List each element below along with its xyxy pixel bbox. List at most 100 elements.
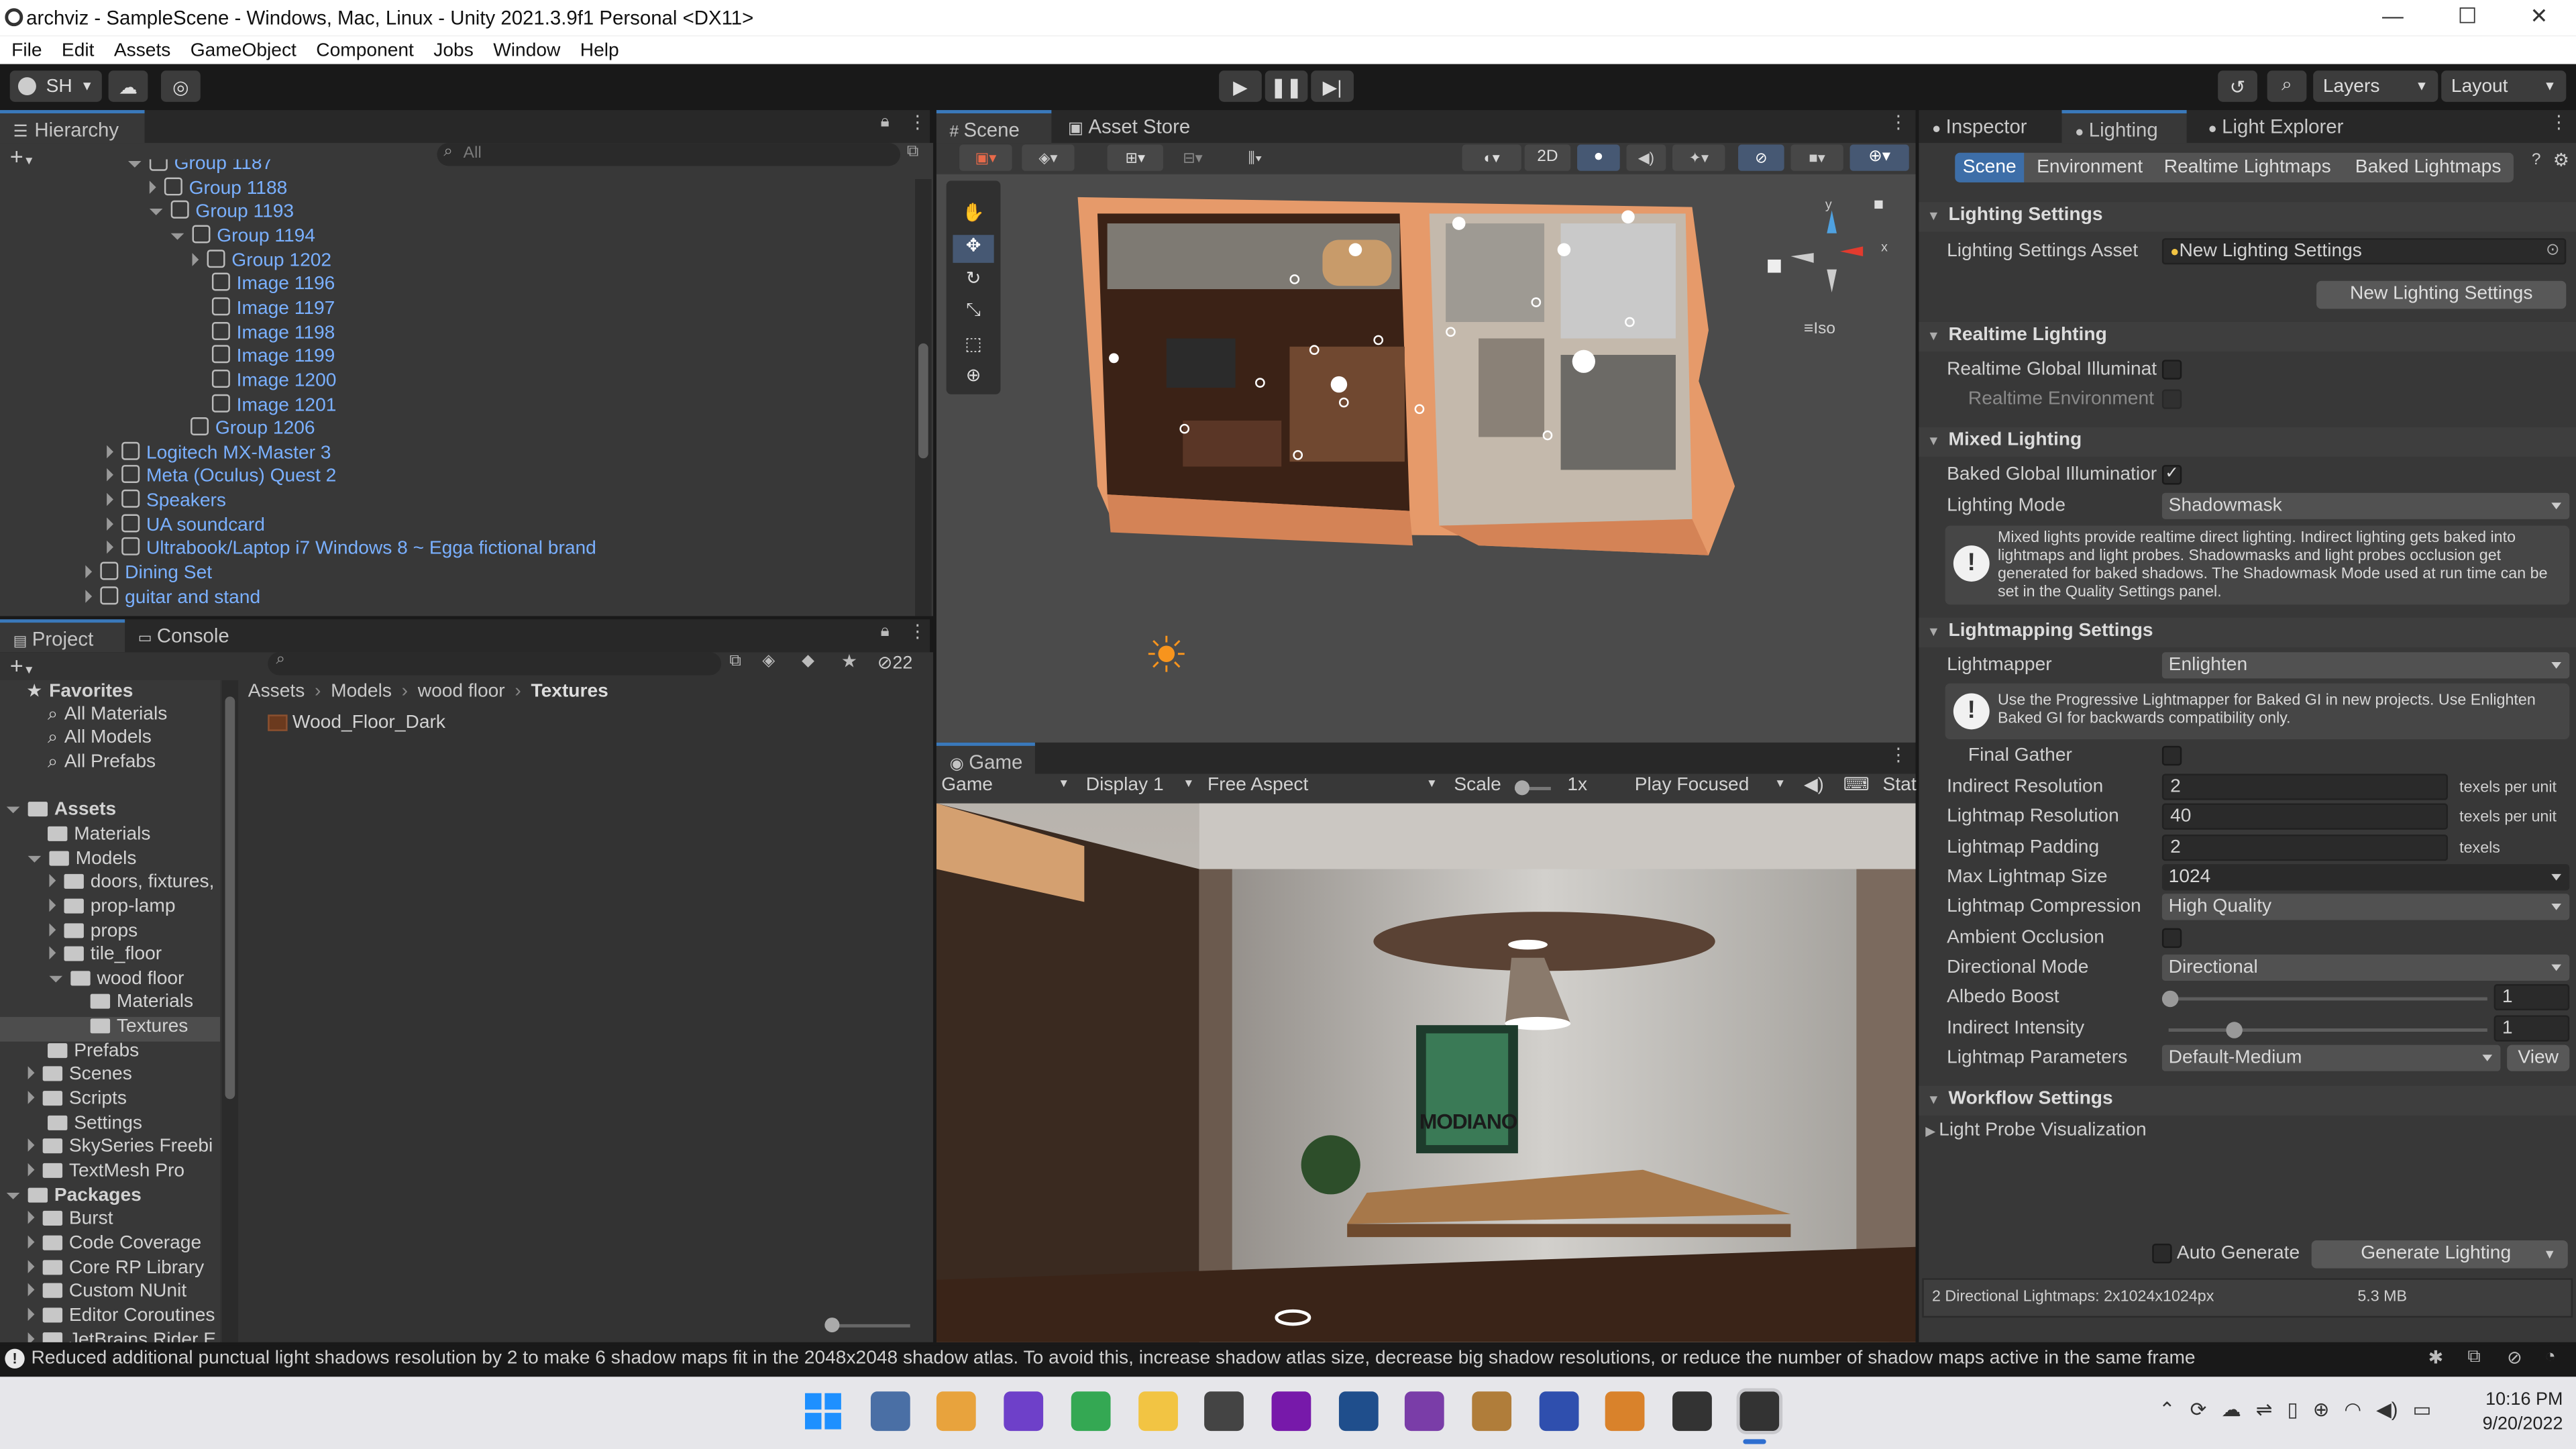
collapse-arrow-icon[interactable] bbox=[28, 1211, 35, 1225]
project-tree-item[interactable]: Scripts bbox=[0, 1089, 220, 1114]
collapse-arrow-icon[interactable] bbox=[192, 252, 199, 266]
hierarchy-item[interactable]: Image 1199 bbox=[193, 345, 335, 370]
collapse-arrow-icon[interactable] bbox=[85, 565, 93, 579]
breadcrumb-models[interactable]: Models bbox=[331, 682, 392, 701]
hidden-objects-toggle[interactable]: ⊘ bbox=[1738, 144, 1784, 171]
stats-button[interactable]: Stat bbox=[1883, 775, 1917, 795]
grid-snap-button[interactable]: ⊞▾ bbox=[1107, 144, 1163, 171]
expand-arrow-icon[interactable] bbox=[49, 975, 63, 983]
chrome-icon[interactable] bbox=[1071, 1391, 1111, 1432]
close-button[interactable]: ✕ bbox=[2530, 3, 2548, 30]
max-lightmap-size-dropdown[interactable]: 1024 bbox=[2161, 864, 2570, 891]
collapse-arrow-icon[interactable] bbox=[28, 1138, 35, 1152]
tool-transform-icon[interactable]: ⊕ bbox=[953, 365, 994, 393]
collapse-arrow-icon[interactable] bbox=[28, 1235, 35, 1249]
undo-history-button[interactable]: ↺ bbox=[2218, 70, 2257, 102]
realtime-environment-checkbox[interactable] bbox=[2161, 389, 2182, 409]
new-lighting-settings-button[interactable]: New Lighting Settings bbox=[2316, 280, 2567, 309]
expand-arrow-icon[interactable] bbox=[6, 1192, 20, 1199]
menu-assets[interactable]: Assets bbox=[114, 40, 171, 60]
play-mode-dropdown[interactable]: Play Focused ▼ bbox=[1635, 775, 1786, 795]
tool-scale-icon[interactable]: ⤡ bbox=[953, 301, 994, 329]
battery-level-icon[interactable]: ▭ bbox=[2413, 1398, 2432, 1421]
tab-lighting[interactable]: ● Lighting bbox=[2061, 110, 2187, 144]
onedrive-icon[interactable]: ☁ bbox=[2221, 1398, 2241, 1421]
collapse-arrow-icon[interactable] bbox=[28, 1332, 35, 1342]
tool-rotate-icon[interactable]: ↻ bbox=[953, 268, 994, 296]
settings-gear-icon[interactable]: ⚙ bbox=[2553, 150, 2569, 170]
auto-generate-checkbox[interactable] bbox=[2152, 1243, 2172, 1264]
hierarchy-item[interactable]: Image 1197 bbox=[193, 297, 335, 321]
hidden-packages-toggle[interactable]: ⊘22 bbox=[877, 652, 913, 674]
more-options-icon[interactable]: ⋮ bbox=[908, 621, 926, 642]
keyboard-icon[interactable]: ⌨ bbox=[1843, 773, 1870, 795]
hierarchy-item[interactable]: guitar and stand bbox=[85, 586, 260, 610]
minimize-button[interactable]: — bbox=[2382, 3, 2404, 28]
collapse-arrow-icon[interactable] bbox=[107, 492, 113, 506]
hierarchy-item[interactable]: Group 1202 bbox=[192, 249, 331, 273]
menu-edit[interactable]: Edit bbox=[62, 40, 95, 60]
indirect-intensity-field[interactable]: 1 bbox=[2493, 1015, 2570, 1042]
substance-icon[interactable] bbox=[1338, 1391, 1378, 1432]
help-icon[interactable]: ? bbox=[2532, 151, 2541, 169]
baked-gi-checkbox[interactable]: ✓ bbox=[2161, 465, 2182, 485]
tab-game[interactable]: ◉ Game bbox=[936, 742, 1035, 775]
slider-handle[interactable] bbox=[2161, 990, 2179, 1008]
hierarchy-item[interactable]: Image 1200 bbox=[193, 369, 336, 394]
search-by-type-icon[interactable]: ⧉ bbox=[729, 652, 741, 670]
hierarchy-item[interactable]: Image 1198 bbox=[193, 321, 335, 345]
lightmapper-dropdown[interactable]: Enlighten bbox=[2161, 652, 2570, 679]
collapse-arrow-icon[interactable] bbox=[85, 589, 93, 603]
more-options-icon[interactable]: ⋮ bbox=[1889, 744, 1907, 765]
tool-rect-icon[interactable]: ⬚ bbox=[953, 333, 994, 362]
camera-settings-button[interactable]: ■▾ bbox=[1790, 144, 1843, 171]
lightmap-compression-dropdown[interactable]: High Quality bbox=[2161, 894, 2570, 920]
menu-window[interactable]: Window bbox=[493, 40, 560, 60]
collapse-arrow-icon[interactable] bbox=[28, 1163, 35, 1177]
collapse-arrow-icon[interactable] bbox=[28, 1283, 35, 1297]
chevron-up-icon[interactable]: ⌃ bbox=[2159, 1398, 2176, 1421]
aspect-dropdown[interactable]: Free Aspect ▼ bbox=[1208, 775, 1438, 795]
collapse-arrow-icon[interactable] bbox=[49, 898, 56, 912]
project-tree-item[interactable]: Burst bbox=[0, 1210, 220, 1234]
project-search-box[interactable]: ⌕ bbox=[268, 651, 722, 676]
collapse-arrow-icon[interactable] bbox=[107, 541, 113, 555]
toggle-2d-button[interactable]: 2D bbox=[1524, 144, 1571, 171]
gizmos-button[interactable]: ⊕▾ bbox=[1849, 144, 1909, 171]
project-tree-item[interactable]: TextMesh Pro bbox=[0, 1161, 220, 1185]
snap-increment-button[interactable]: ⊟▾ bbox=[1167, 145, 1219, 171]
hierarchy-item[interactable]: Logitech MX-Master 3 bbox=[107, 441, 331, 466]
cloud-button[interactable]: ☁ bbox=[108, 70, 148, 102]
scene-viewport[interactable]: y x ≡Iso bbox=[936, 174, 1916, 743]
hierarchy-item[interactable]: Group 1188 bbox=[149, 176, 287, 201]
unity-active-icon[interactable] bbox=[1736, 1388, 1782, 1434]
icon-size-slider[interactable] bbox=[824, 1318, 910, 1333]
directional-mode-dropdown[interactable]: Directional bbox=[2161, 954, 2570, 981]
debug-disabled-icon[interactable]: ✱ bbox=[2428, 1347, 2444, 1368]
collapse-arrow-icon[interactable] bbox=[28, 1091, 35, 1104]
project-tree-item[interactable]: ⌕ All Materials bbox=[0, 704, 220, 729]
hierarchy-item[interactable]: Group 1193 bbox=[149, 201, 294, 225]
collapse-arrow-icon[interactable] bbox=[49, 922, 56, 936]
lightmap-parameters-dropdown[interactable]: Default-Medium bbox=[2161, 1044, 2501, 1071]
project-tree-item[interactable]: ★ Favorites bbox=[0, 680, 220, 704]
affinity-photo-icon[interactable] bbox=[1405, 1391, 1445, 1432]
lock-icon[interactable]: 🔒︎ bbox=[881, 113, 890, 131]
project-tree-item[interactable]: Core RP Library bbox=[0, 1258, 220, 1282]
breadcrumb-assets[interactable]: Assets bbox=[248, 682, 305, 701]
favorite-star-icon[interactable]: ★ bbox=[841, 651, 857, 672]
lighting-mode-dropdown[interactable]: Shadowmask bbox=[2161, 492, 2570, 519]
menu-component[interactable]: Component bbox=[316, 40, 414, 60]
project-tree-item[interactable]: Packages bbox=[0, 1185, 220, 1210]
expand-arrow-icon[interactable] bbox=[170, 233, 184, 240]
indirect-intensity-slider[interactable] bbox=[2168, 1022, 2487, 1038]
lock-icon[interactable]: 🔒︎ bbox=[881, 623, 890, 641]
project-tree-item[interactable]: Textures bbox=[0, 1017, 221, 1041]
collapse-arrow-icon[interactable] bbox=[107, 469, 113, 482]
audio-toggle-button[interactable]: ◀) bbox=[1626, 144, 1666, 171]
menu-help[interactable]: Help bbox=[580, 40, 619, 60]
tab-asset-store[interactable]: ▣ Asset Store bbox=[1068, 115, 1190, 138]
slider-handle[interactable] bbox=[2225, 1022, 2243, 1038]
project-tree-item[interactable]: doors, fixtures, bbox=[0, 873, 220, 897]
ambient-occlusion-checkbox[interactable] bbox=[2161, 928, 2182, 949]
